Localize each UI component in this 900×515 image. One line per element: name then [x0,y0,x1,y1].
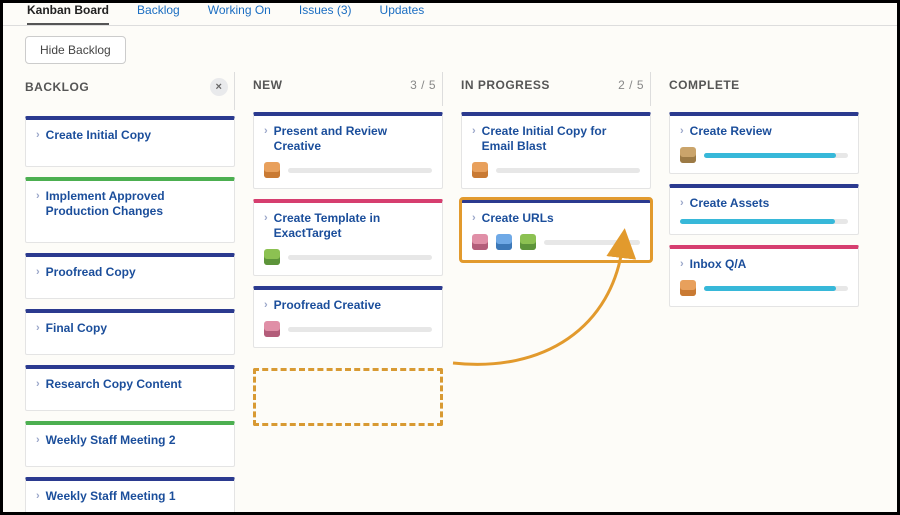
chevron-right-icon: › [36,190,40,204]
card-title-text: Proofread Creative [274,298,381,313]
card-title-text: Inbox Q/A [690,257,747,272]
card-title-text: Create Initial Copy [46,128,151,143]
avatar [680,147,696,163]
app-frame: Kanban Board Backlog Working On Issues (… [0,0,900,515]
column-title: COMPLETE [669,78,740,92]
card-title-text: Create Initial Copy for Email Blast [482,124,640,154]
card-list: › Create Initial Copy › Implement Approved… [25,116,235,515]
card-list: › Present and Review Creative › Create Tem… [253,112,443,426]
column-count: 2 / 5 [618,78,644,92]
progress-bar [704,153,848,158]
new-card[interactable]: › Create Template in ExactTarget [253,199,443,276]
card-title-text: Weekly Staff Meeting 1 [46,489,176,504]
complete-card[interactable]: › Create Review [669,112,859,174]
backlog-card[interactable]: › Implement Approved Production Changes [25,177,235,243]
chevron-right-icon: › [36,378,40,392]
card-list: › Create Initial Copy for Email Blast › Cr… [461,112,651,261]
kanban-board: BACKLOG × › Create Initial Copy › Implemen… [3,72,897,515]
chevron-right-icon: › [472,125,476,139]
chevron-right-icon: › [36,490,40,504]
card-title-text: Proofread Copy [46,265,136,280]
progress-bar [288,255,432,260]
chevron-right-icon: › [36,129,40,143]
chevron-right-icon: › [36,266,40,280]
drop-target[interactable] [253,368,443,426]
inprogress-card[interactable]: › Create Initial Copy for Email Blast [461,112,651,189]
avatar [264,162,280,178]
backlog-card[interactable]: › Weekly Staff Meeting 2 [25,421,235,467]
chevron-right-icon: › [36,322,40,336]
column-header: BACKLOG × [25,72,235,110]
backlog-card[interactable]: › Final Copy [25,309,235,355]
column-header: IN PROGRESS 2 / 5 [461,72,651,106]
tab-updates[interactable]: Updates [380,3,425,25]
avatar [264,321,280,337]
card-title-text: Create Assets [690,196,770,211]
progress-placeholder [36,227,224,232]
card-title-text: Create Template in ExactTarget [274,211,432,241]
column-title: IN PROGRESS [461,78,550,92]
card-title-text: Create Review [690,124,772,139]
chevron-right-icon: › [264,212,268,226]
avatar [472,234,488,250]
chevron-right-icon: › [36,434,40,448]
column-count: 3 / 5 [410,78,436,92]
card-title-text: Weekly Staff Meeting 1 [46,510,176,515]
new-card[interactable]: › Present and Review Creative [253,112,443,189]
chevron-right-icon: › [472,212,476,226]
card-title-text: Implement Approved Production Changes [46,189,224,219]
chevron-right-icon: › [264,299,268,313]
hide-backlog-wrap: Hide Backlog [25,36,875,64]
complete-card[interactable]: › Inbox Q/A [669,245,859,307]
column-title: NEW [253,78,283,92]
column-new: NEW 3 / 5 › Present and Review Creative ›… [253,72,443,515]
progress-bar [288,168,432,173]
top-tabs: Kanban Board Backlog Working On Issues (… [3,3,897,26]
avatar [264,249,280,265]
tab-backlog[interactable]: Backlog [137,3,180,25]
chevron-right-icon: › [680,258,684,272]
inprogress-card-selected[interactable]: › Create URLs [461,199,651,261]
column-title: BACKLOG [25,80,89,94]
column-header: NEW 3 / 5 [253,72,443,106]
chevron-right-icon: › [680,197,684,211]
close-icon[interactable]: × [210,78,228,96]
chevron-right-icon: › [680,125,684,139]
progress-bar [680,219,848,224]
avatar [680,280,696,296]
card-title-text: Research Copy Content [46,377,182,392]
chevron-right-icon: › [264,125,268,139]
card-list: › Create Review › Create Assets › Inbox Q/A [669,112,859,307]
backlog-card[interactable]: › Weekly Staff Meeting 1 › Weekly Staff Me… [25,477,235,515]
avatar [496,234,512,250]
card-title-text: Create URLs [482,211,554,226]
tab-kanban-board[interactable]: Kanban Board [27,3,109,25]
card-title-text: Weekly Staff Meeting 2 [46,433,176,448]
column-header: COMPLETE [669,72,859,106]
progress-placeholder [36,151,224,156]
card-title-text: Present and Review Creative [274,124,432,154]
avatar [520,234,536,250]
backlog-card[interactable]: › Create Initial Copy [25,116,235,167]
progress-bar [288,327,432,332]
progress-bar [544,240,640,245]
chevron-right-icon: › [36,511,40,515]
avatar [472,162,488,178]
tab-issues[interactable]: Issues (3) [299,3,352,25]
tab-working-on[interactable]: Working On [208,3,271,25]
column-backlog: BACKLOG × › Create Initial Copy › Implemen… [25,72,235,515]
backlog-card[interactable]: › Proofread Copy [25,253,235,299]
complete-card[interactable]: › Create Assets [669,184,859,235]
card-title-text: Final Copy [46,321,107,336]
hide-backlog-button[interactable]: Hide Backlog [25,36,126,64]
progress-bar [496,168,640,173]
progress-bar [704,286,848,291]
column-in-progress: IN PROGRESS 2 / 5 › Create Initial Copy f… [461,72,651,515]
column-complete: COMPLETE › Create Review › Create Assets ›… [669,72,859,515]
new-card[interactable]: › Proofread Creative [253,286,443,348]
backlog-card[interactable]: › Research Copy Content [25,365,235,411]
